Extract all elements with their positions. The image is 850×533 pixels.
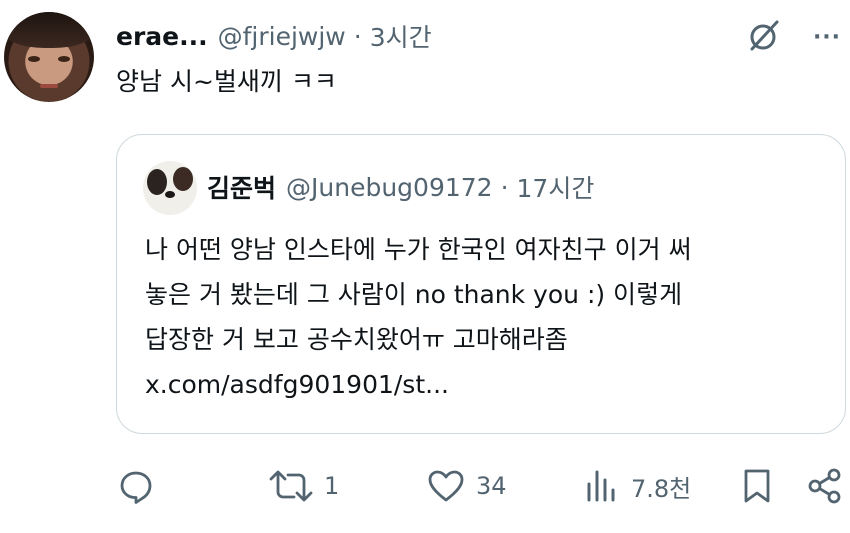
repost-button[interactable]: 1 [268,460,339,512]
quoted-text-line: 놓은 거 봤는데 그 사람이 no thank you :) 이렇게 [145,280,683,309]
more-options-button[interactable]: ··· [807,17,847,57]
repost-icon [269,470,313,502]
views-button[interactable]: 7.8천 [581,460,691,512]
views-icon [587,470,615,502]
quoted-text-line: 나 어떤 양남 인스타에 누가 한국인 여자친구 이거 써 [145,235,692,264]
avatar-fur-patch [147,169,167,195]
quoted-author-name[interactable]: 김준벅 [207,169,276,205]
grok-icon-graphic [750,20,779,51]
quoted-text: 나 어떤 양남 인스타에 누가 한국인 여자친구 이거 써 놓은 거 봤는데 그… [145,227,835,407]
tweet-header: erae... @fjriejwjw · 3시간 [116,18,432,54]
heart-icon [428,470,464,502]
grok-icon[interactable] [744,16,784,56]
author-name[interactable]: erae... [116,22,208,51]
reply-icon [120,471,152,504]
avatar-mouth [40,84,58,88]
tweet-text: 양남 시~벌새끼 ㅋㅋ [116,67,337,96]
quoted-tweet[interactable]: 김준벅 @Junebug09172 · 17시간 나 어떤 양남 인스타에 누가… [116,134,846,434]
action-bar: 1 34 7.8천 [0,460,850,512]
quoted-time[interactable]: 17시간 [517,169,595,205]
bookmark-button[interactable] [737,460,777,512]
like-count: 34 [476,472,507,500]
quoted-text-line: 답장한 거 보고 공수치왔어ㅠ 고마해라좀 [145,325,568,354]
separator-dot: · [353,21,362,51]
avatar-fur-patch [173,167,193,191]
quoted-link[interactable]: x.com/asdfg901901/st... [145,362,835,407]
quoted-header: 김준벅 @Junebug09172 · 17시간 [207,169,594,205]
quoted-author-avatar[interactable] [143,161,197,215]
reply-button[interactable] [116,460,156,512]
tweet-time[interactable]: 3시간 [370,18,432,54]
views-count: 7.8천 [631,474,692,503]
avatar-eye [58,56,70,62]
separator-dot: · [500,172,509,202]
bookmark-icon [744,469,770,503]
like-button[interactable]: 34 [426,460,507,512]
share-button[interactable] [805,460,845,512]
avatar-nose [165,191,175,198]
avatar-hair [4,12,94,48]
repost-count: 1 [324,472,340,500]
author-avatar[interactable] [4,12,94,102]
quoted-author-handle[interactable]: @Junebug09172 [286,173,493,202]
share-icon [808,468,841,504]
avatar-eye [28,56,40,62]
author-handle[interactable]: @fjriejwjw [218,22,346,51]
